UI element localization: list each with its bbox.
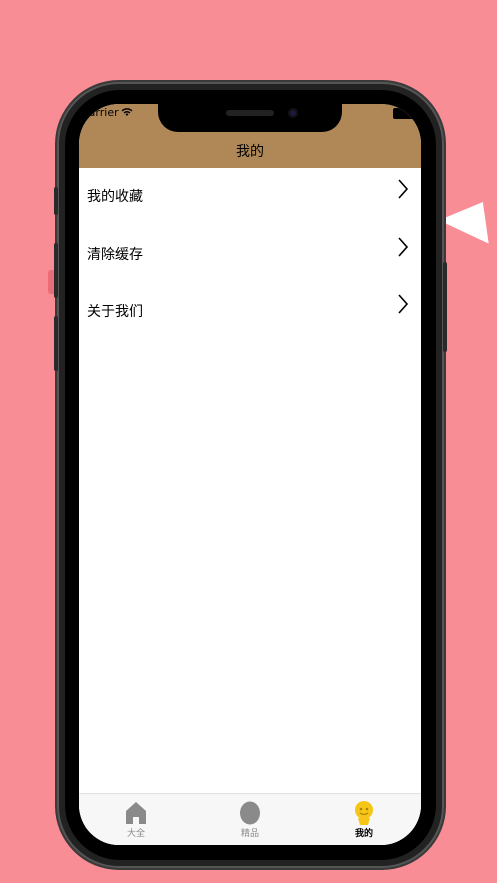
- profile-icon: [355, 801, 373, 825]
- menu-list: 我的收藏 清除缓存 关于我们: [79, 168, 421, 341]
- navigation-bar: 我的: [79, 132, 421, 168]
- circle-icon: [240, 801, 260, 825]
- chevron-right-icon: [398, 294, 409, 314]
- tab-bar: 大全 精品 我的: [79, 793, 421, 845]
- wifi-icon: [121, 108, 133, 116]
- menu-item-favorites[interactable]: 我的收藏: [79, 168, 421, 226]
- power-button: [443, 262, 447, 352]
- battery-icon: [393, 108, 415, 119]
- menu-item-about-us[interactable]: 关于我们: [79, 283, 421, 341]
- menu-item-clear-cache[interactable]: 清除缓存: [79, 226, 421, 284]
- chevron-right-icon: [398, 179, 409, 199]
- mute-switch: [54, 187, 58, 215]
- page-title: 我的: [236, 144, 264, 160]
- tab-daquan[interactable]: 大全: [79, 798, 193, 839]
- carrier-label: Carrier: [81, 106, 119, 119]
- speaker-grille: [226, 110, 274, 116]
- front-camera: [288, 108, 298, 118]
- paper-decoration-right: [437, 202, 489, 250]
- tab-label: 精品: [240, 829, 259, 839]
- home-icon: [126, 802, 146, 824]
- app-screen: Carrier 我的 我的收藏 清除缓存 关于我们 大全 精品 我的: [79, 104, 421, 845]
- tab-label: 大全: [126, 829, 145, 839]
- notch: [158, 104, 342, 132]
- menu-item-label: 关于我们: [87, 304, 143, 320]
- tab-jingpin[interactable]: 精品: [193, 798, 307, 839]
- menu-item-label: 清除缓存: [87, 246, 143, 263]
- menu-item-label: 我的收藏: [87, 189, 143, 205]
- volume-down-button: [54, 316, 58, 371]
- tab-wode[interactable]: 我的: [307, 798, 421, 839]
- tab-label: 我的: [354, 829, 373, 839]
- chevron-right-icon: [398, 236, 409, 257]
- volume-up-button: [54, 243, 58, 298]
